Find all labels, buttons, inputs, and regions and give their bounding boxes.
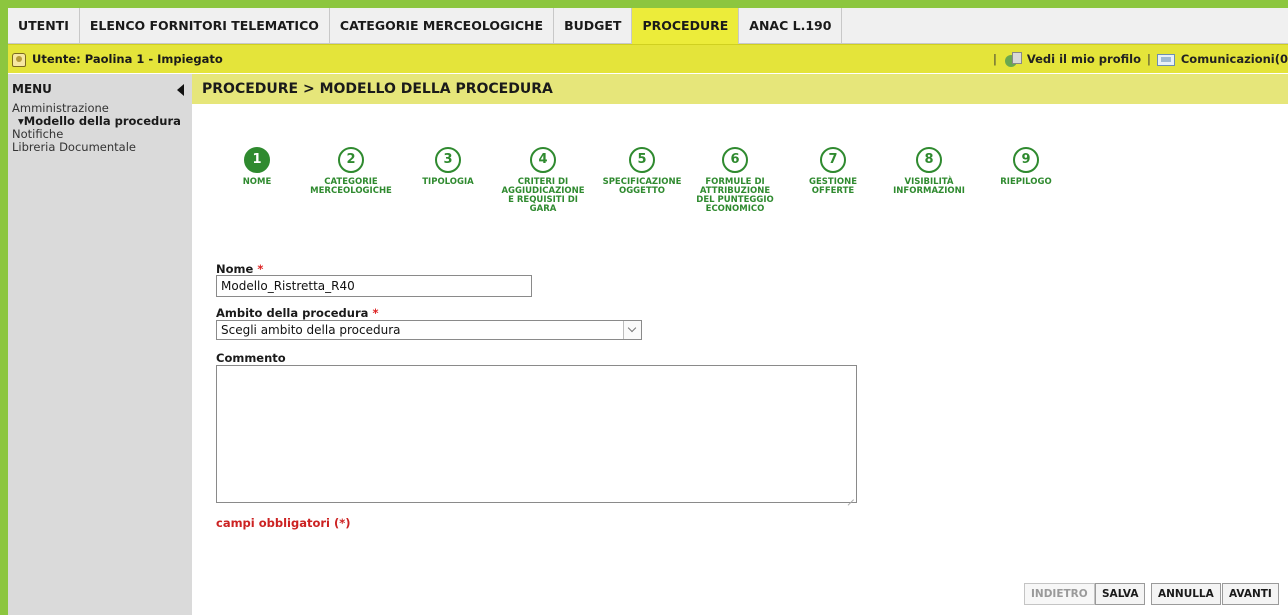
required-fields-note: campi obbligatori (*) (216, 516, 351, 530)
user-label: Utente: Paolina 1 - Impiegato (32, 52, 223, 66)
tab-anac[interactable]: ANAC L.190 (739, 8, 843, 44)
user-icon (12, 52, 26, 67)
step-label: NOME (242, 177, 272, 187)
step-number[interactable]: 7 (820, 147, 846, 173)
step-label: CRITERI DI AGGIUDICAZIONE E REQUISITI DI… (501, 177, 585, 214)
commento-textarea[interactable] (216, 365, 857, 503)
ambito-selected-value: Scegli ambito della procedura (221, 323, 401, 337)
cancel-button[interactable]: ANNULLA (1151, 583, 1221, 605)
tab-categorie-merceologiche[interactable]: CATEGORIE MERCEOLOGICHE (330, 8, 555, 44)
tab-budget[interactable]: BUDGET (554, 8, 633, 44)
ambito-label: Ambito della procedura * (216, 306, 378, 320)
ambito-select[interactable]: Scegli ambito della procedura (216, 320, 642, 340)
step-number[interactable]: 9 (1013, 147, 1039, 173)
profile-link[interactable]: Vedi il mio profilo (1027, 45, 1141, 74)
communications-icon[interactable] (1156, 53, 1175, 66)
nome-input[interactable] (216, 275, 532, 297)
top-nav: UTENTI ELENCO FORNITORI TELEMATICO CATEG… (8, 8, 1288, 44)
save-button[interactable]: SALVA (1095, 583, 1146, 605)
breadcrumb: PROCEDURE > MODELLO DELLA PROCEDURA (202, 81, 553, 97)
resize-grip-icon[interactable] (846, 492, 854, 500)
nome-label: Nome * (216, 262, 263, 276)
step-number[interactable]: 2 (338, 147, 364, 173)
step-label: TIPOLOGIA (422, 177, 474, 187)
step-riepilogo[interactable]: 9 RIEPILOGO (981, 147, 1071, 187)
required-mark: * (257, 262, 264, 276)
step-label: SPECIFICAZIONE OGGETTO (602, 177, 682, 196)
step-label: CATEGORIE MERCEOLOGICHE (310, 177, 392, 196)
step-specificazione[interactable]: 5 SPECIFICAZIONE OGGETTO (597, 147, 687, 196)
back-button[interactable]: INDIETRO (1024, 583, 1095, 605)
communications-link[interactable]: Comunicazioni(0 (1181, 45, 1288, 74)
next-button[interactable]: AVANTI (1222, 583, 1279, 605)
sidebar: MENU Amministrazione ▾Modello della proc… (8, 74, 192, 615)
tab-utenti[interactable]: UTENTI (8, 8, 80, 44)
user-bar: Utente: Paolina 1 - Impiegato | Vedi il … (8, 44, 1288, 73)
step-categorie[interactable]: 2 CATEGORIE MERCEOLOGICHE (306, 147, 396, 196)
collapse-menu-icon[interactable] (177, 84, 184, 96)
step-label: VISIBILITÀ INFORMAZIONI (893, 177, 965, 196)
step-criteri[interactable]: 4 CRITERI DI AGGIUDICAZIONE E REQUISITI … (498, 147, 588, 214)
step-label: FORMULE DI ATTRIBUZIONE DEL PUNTEGGIO EC… (696, 177, 774, 214)
step-label: RIEPILOGO (1000, 177, 1052, 187)
sidebar-title: MENU (8, 74, 192, 104)
chevron-down-icon[interactable] (623, 321, 641, 339)
commento-label-text: Commento (216, 351, 286, 365)
sidebar-title-text: MENU (12, 82, 52, 96)
step-number[interactable]: 8 (916, 147, 942, 173)
step-label: GESTIONE OFFERTE (808, 177, 857, 196)
profile-icon[interactable] (1003, 51, 1022, 69)
step-formule[interactable]: 6 FORMULE DI ATTRIBUZIONE DEL PUNTEGGIO … (690, 147, 780, 214)
required-mark: * (372, 306, 379, 320)
user-info: Utente: Paolina 1 - Impiegato (12, 45, 223, 74)
tab-procedure[interactable]: PROCEDURE (632, 8, 740, 44)
step-number[interactable]: 5 (629, 147, 655, 173)
step-tipologia[interactable]: 3 TIPOLOGIA (403, 147, 493, 187)
step-nome[interactable]: 1 NOME (212, 147, 302, 187)
step-number[interactable]: 1 (244, 147, 270, 173)
step-gestione[interactable]: 7 GESTIONE OFFERTE (788, 147, 878, 196)
ambito-label-text: Ambito della procedura (216, 306, 369, 320)
separator: | (992, 52, 997, 66)
step-number[interactable]: 6 (722, 147, 748, 173)
user-links: | Vedi il mio profilo | Comunicazioni(0 (993, 45, 1288, 74)
step-number[interactable]: 3 (435, 147, 461, 173)
separator: | (1146, 52, 1151, 66)
nome-label-text: Nome (216, 262, 254, 276)
step-number[interactable]: 4 (530, 147, 556, 173)
step-visibilita[interactable]: 8 VISIBILITÀ INFORMAZIONI (884, 147, 974, 196)
sidebar-item-libreria-documentale[interactable]: Libreria Documentale (8, 141, 192, 154)
tab-elenco-fornitori[interactable]: ELENCO FORNITORI TELEMATICO (80, 8, 330, 44)
commento-label: Commento (216, 351, 286, 365)
page-header: PROCEDURE > MODELLO DELLA PROCEDURA (192, 74, 1288, 104)
